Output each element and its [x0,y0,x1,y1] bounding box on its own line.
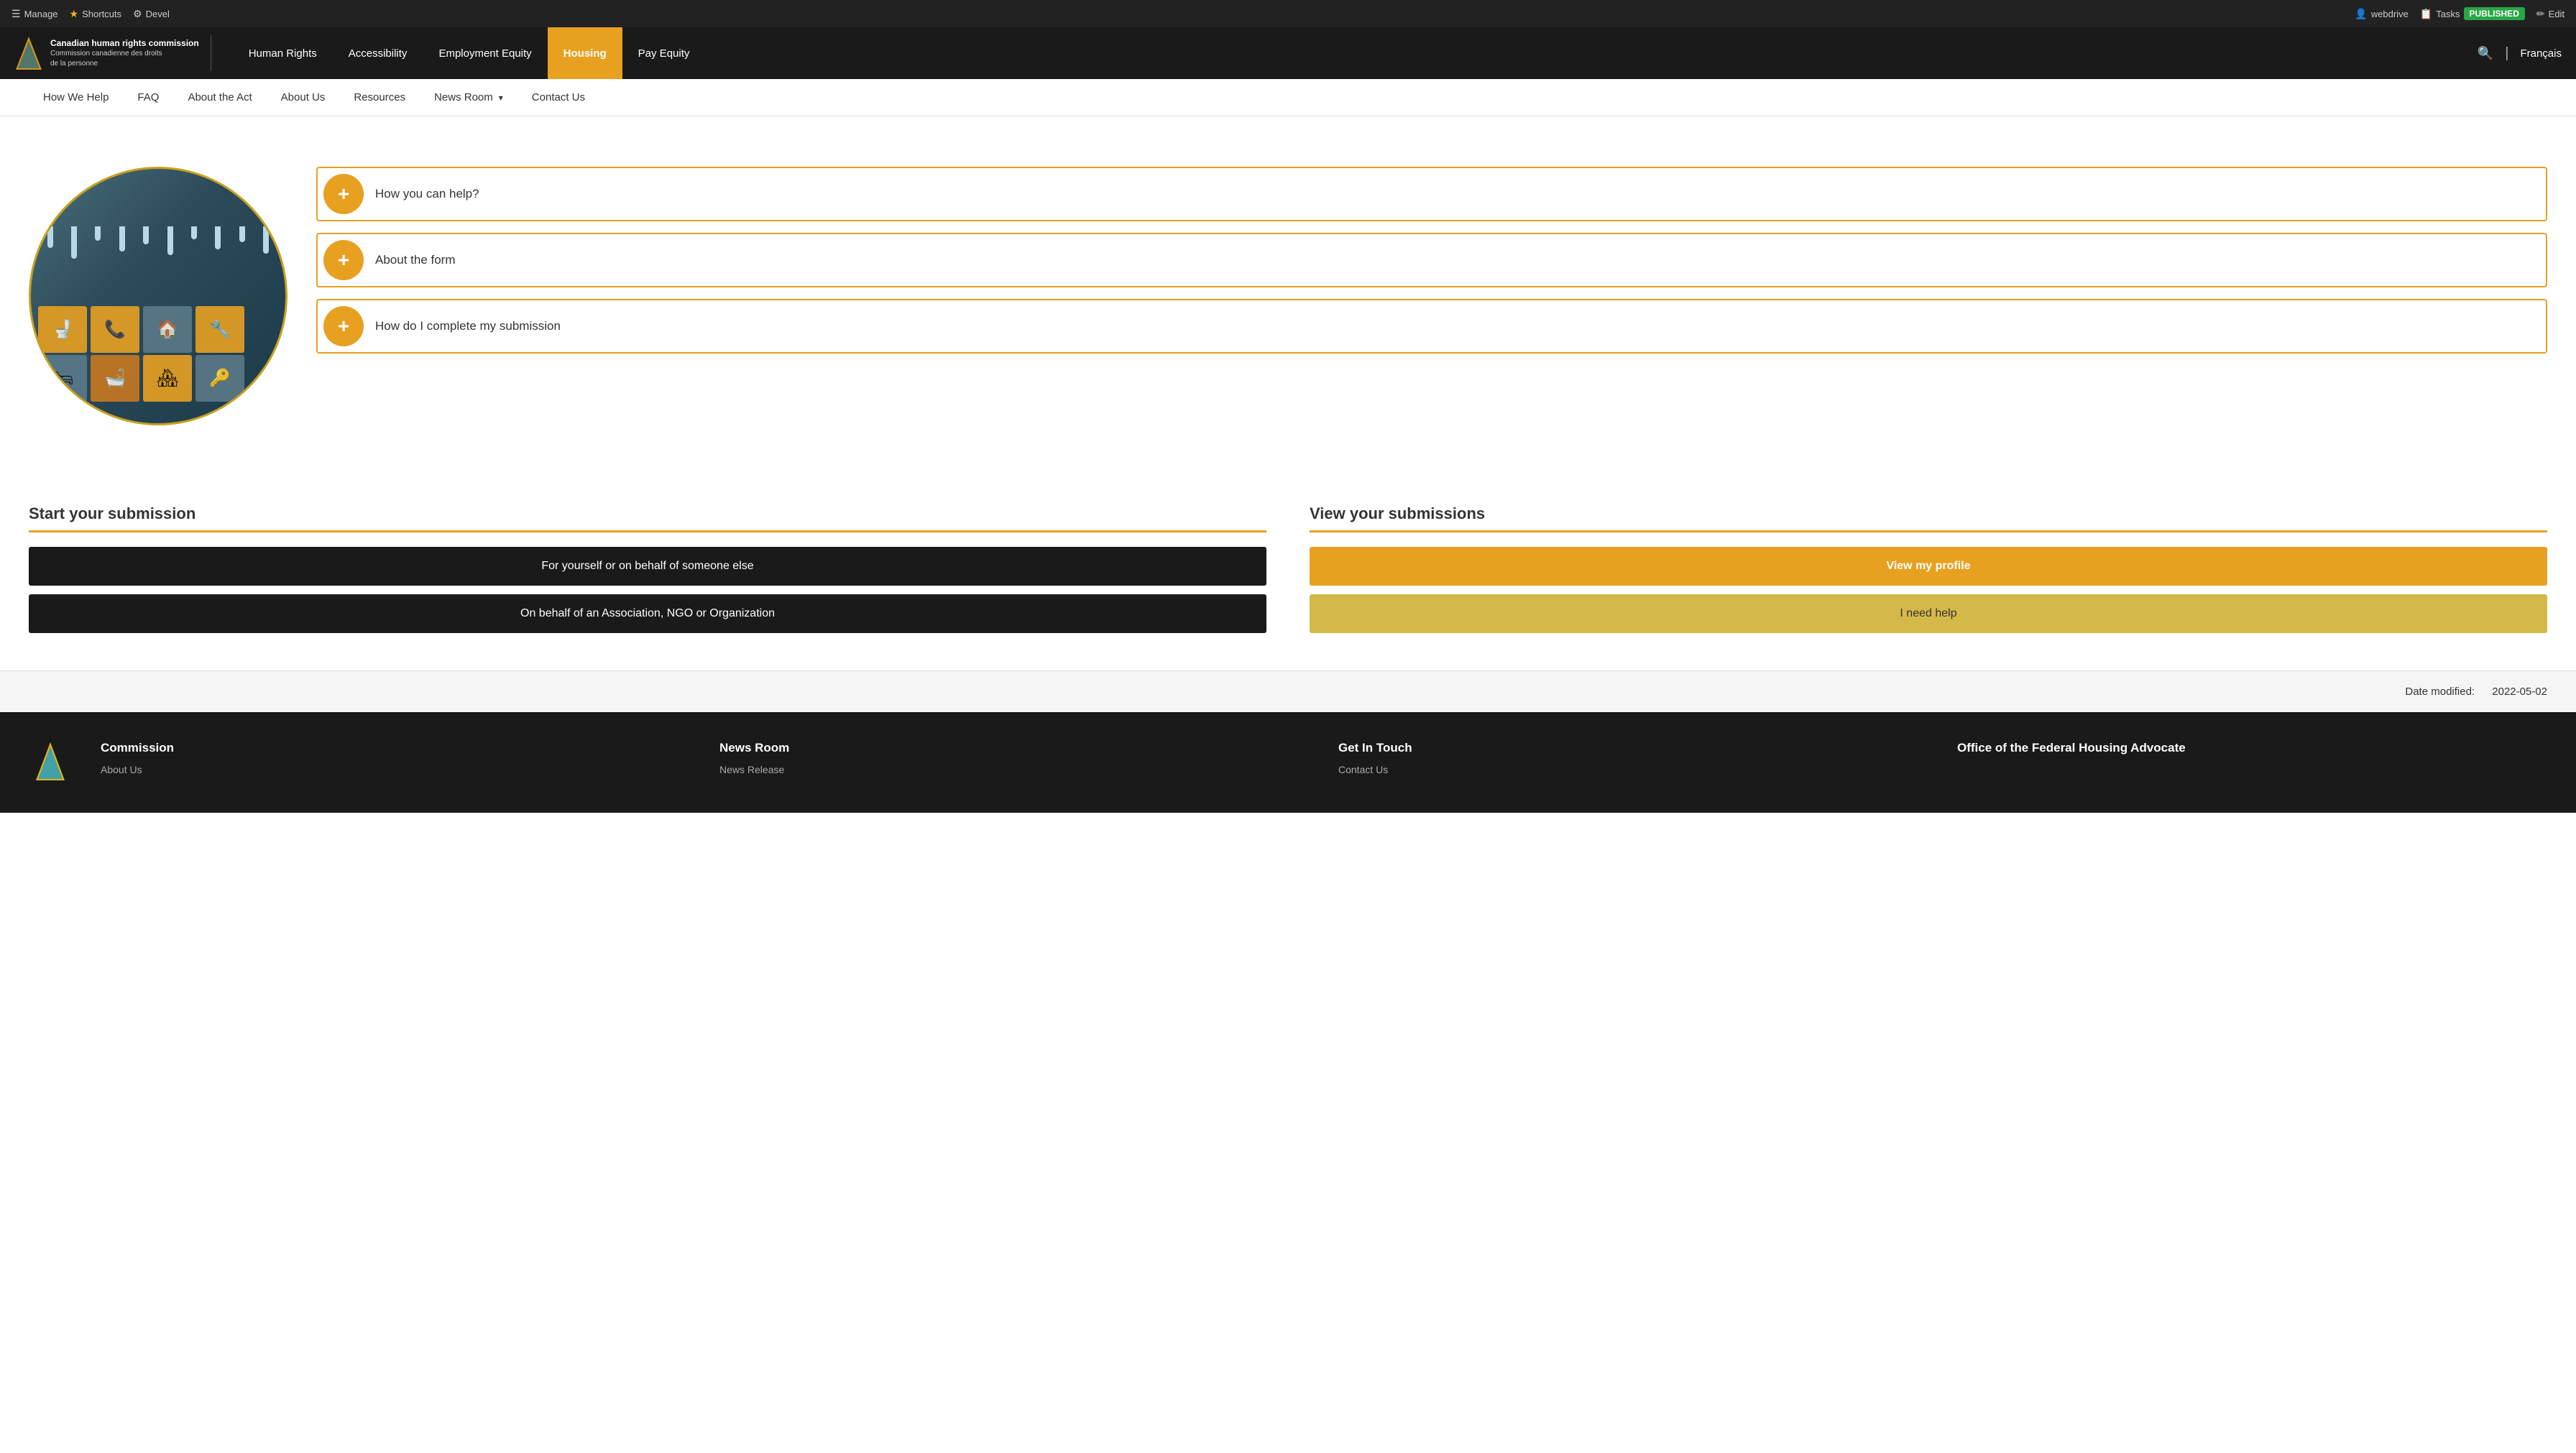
gear-icon: ⚙ [133,8,142,20]
sec-nav-how-we-help[interactable]: How We Help [29,79,123,116]
tasks-icon: 📋 [2420,8,2432,20]
date-modified-bar: Date modified: 2022-05-02 [0,670,2576,712]
lang-toggle[interactable]: Français [2520,47,2562,60]
sec-nav-about-us[interactable]: About Us [267,79,340,116]
nav-accessibility[interactable]: Accessibility [333,27,423,79]
footer-col-newsroom: News Room News Release [719,741,1310,784]
accordion-item-1: + How you can help? [316,167,2547,221]
nav-pay-equity[interactable]: Pay Equity [622,27,706,79]
icicle [71,226,77,259]
building-cell: 🔑 [196,355,244,402]
content-area: 🚽 📞 🏠 🔧 🛏 🛁 🏘 🔑 + How you can help? + Ab… [0,116,2576,490]
nav-employment-equity[interactable]: Employment Equity [423,27,547,79]
building-cell: 🔧 [196,306,244,353]
building-illustration: 🚽 📞 🏠 🔧 🛏 🛁 🏘 🔑 [29,167,288,425]
building-cell: 🏠 [143,306,192,353]
icicle [239,226,245,242]
footer-maple-logo [32,741,68,784]
shortcuts-menu[interactable]: ★ Shortcuts [70,8,121,20]
tasks-item[interactable]: 📋 Tasks PUBLISHED [2420,7,2525,20]
hamburger-icon: ☰ [12,8,21,20]
footer-ofha-title: Office of the Federal Housing Advocate [1957,741,2547,755]
sec-nav-contact-us[interactable]: Contact Us [518,79,599,116]
accordion-item-3: + How do I complete my submission [316,299,2547,354]
sec-nav-resources[interactable]: Resources [339,79,420,116]
submit-for-yourself-button[interactable]: For yourself or on behalf of someone els… [29,547,1266,586]
building-cell: 🚽 [38,306,87,353]
edit-icon: ✏ [2536,8,2545,20]
submission-section: Start your submission For yourself or on… [0,490,2576,670]
building-cell: 🏘 [143,355,192,402]
need-help-button[interactable]: I need help [1310,594,2547,633]
star-icon: ★ [70,8,79,20]
icicle [191,226,197,239]
footer-logo [29,741,72,784]
view-submissions-title: View your submissions [1310,504,2547,532]
newsroom-chevron-icon: ▾ [499,93,503,103]
footer-link-contact-us[interactable]: Contact Us [1338,764,1928,775]
nav-human-rights[interactable]: Human Rights [233,27,333,79]
secondary-nav: How We Help FAQ About the Act About Us R… [0,79,2576,116]
manage-menu[interactable]: ☰ Manage [12,8,58,20]
footer-col-get-in-touch: Get In Touch Contact Us [1338,741,1928,784]
building-cell: 🛏 [38,355,87,402]
footer-commission-title: Commission [101,741,691,755]
footer-col-commission: Commission About Us [101,741,691,784]
icicle [47,226,53,248]
nav-right: 🔍 | Français [2478,45,2562,62]
accordion-toggle-2[interactable]: + [323,240,364,280]
accordion-label-2: About the form [375,253,456,267]
footer-newsroom-title: News Room [719,741,1310,755]
logo-area: Canadian human rights commission Commiss… [14,35,211,71]
nav-divider: | [2505,45,2508,62]
icicle [119,226,125,252]
accordion-item-2: + About the form [316,233,2547,287]
admin-bar: ☰ Manage ★ Shortcuts ⚙ Devel 👤 webdrive … [0,0,2576,27]
view-my-profile-button[interactable]: View my profile [1310,547,2547,586]
accordion-label-3: How do I complete my submission [375,319,561,333]
main-nav: Canadian human rights commission Commiss… [0,27,2576,79]
published-badge: PUBLISHED [2464,7,2525,20]
icicle [95,226,101,241]
building-grid: 🚽 📞 🏠 🔧 🛏 🛁 🏘 🔑 [38,306,246,402]
nav-items: Human Rights Accessibility Employment Eq… [233,27,2478,79]
footer-link-about-us[interactable]: About Us [101,764,691,775]
sec-nav-newsroom[interactable]: News Room ▾ [420,79,518,116]
submit-for-org-button[interactable]: On behalf of an Association, NGO or Orga… [29,594,1266,633]
building-cell: 📞 [91,306,139,353]
accordion-area: + How you can help? + About the form + H… [316,145,2547,447]
start-submission-title: Start your submission [29,504,1266,532]
icicle [263,226,269,254]
accordion-toggle-1[interactable]: + [323,174,364,214]
accordion-toggle-3[interactable]: + [323,306,364,346]
view-submissions-col: View your submissions View my profile I … [1310,504,2547,642]
accordion-label-1: How you can help? [375,187,479,201]
webdrive-item[interactable]: 👤 webdrive [2355,8,2408,20]
hero-image-area: 🚽 📞 🏠 🔧 🛏 🛁 🏘 🔑 [29,145,302,447]
footer: Commission About Us News Room News Relea… [0,712,2576,813]
start-submission-col: Start your submission For yourself or on… [29,504,1266,642]
icicles [31,226,285,259]
date-modified-label: Date modified: [2405,686,2475,698]
commission-logo [14,35,43,71]
icicle [143,226,149,244]
edit-item[interactable]: ✏ Edit [2536,8,2564,20]
icicle [215,226,221,249]
nav-housing[interactable]: Housing [548,27,622,79]
date-modified-value: 2022-05-02 [2492,686,2547,698]
user-icon: 👤 [2355,8,2367,20]
footer-link-news-release[interactable]: News Release [719,764,1310,775]
footer-get-in-touch-title: Get In Touch [1338,741,1928,755]
sec-nav-faq[interactable]: FAQ [123,79,173,116]
icicle [167,226,173,255]
devel-menu[interactable]: ⚙ Devel [133,8,170,20]
search-icon[interactable]: 🔍 [2478,46,2493,61]
footer-col-ofha: Office of the Federal Housing Advocate [1957,741,2547,784]
sec-nav-about-the-act[interactable]: About the Act [173,79,266,116]
building-cell: 🛁 [91,355,139,402]
logo-text: Canadian human rights commission Commiss… [50,37,199,70]
